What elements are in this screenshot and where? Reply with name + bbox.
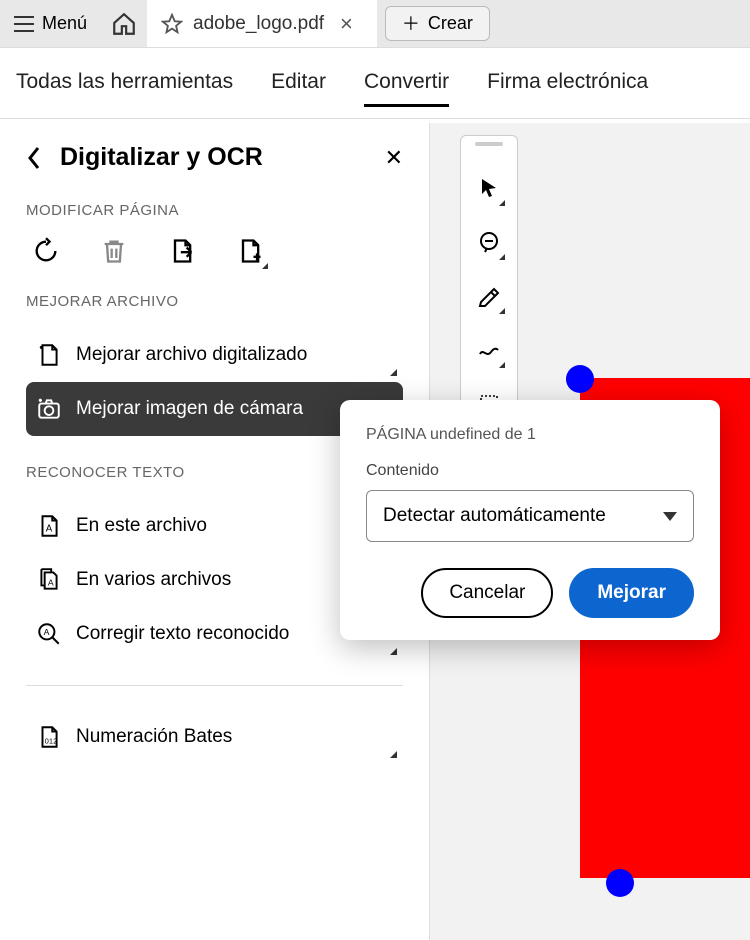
delete-icon[interactable] xyxy=(100,237,128,265)
enhance-dialog: PÁGINA undefined de 1 Contenido Detectar… xyxy=(340,400,720,640)
drag-handle-icon[interactable] xyxy=(475,142,503,146)
rotate-icon[interactable] xyxy=(32,237,60,265)
dialog-page-label: PÁGINA undefined de 1 xyxy=(366,426,694,444)
create-label: Crear xyxy=(428,13,473,34)
tab-close-icon[interactable]: × xyxy=(334,11,359,37)
svg-text:A: A xyxy=(44,627,50,637)
menu-button[interactable]: Menú xyxy=(0,0,101,47)
recognize-this-file-label: En este archivo xyxy=(76,515,207,537)
expand-corner-icon xyxy=(390,648,397,655)
cancel-button[interactable]: Cancelar xyxy=(421,568,553,618)
plus-icon: ＋ xyxy=(402,15,420,33)
correct-text-label: Corregir texto reconocido xyxy=(76,623,289,645)
section-modify-page: MODIFICAR PÁGINA xyxy=(26,202,403,219)
star-icon[interactable] xyxy=(161,13,183,35)
divider xyxy=(0,118,750,119)
create-button[interactable]: ＋ Crear xyxy=(385,6,490,41)
modify-icons xyxy=(26,237,403,265)
enhance-scanned-item[interactable]: Mejorar archivo digitalizado xyxy=(26,328,403,382)
file-a-icon: A xyxy=(36,513,62,539)
panel-header: Digitalizar y OCR ✕ xyxy=(26,143,403,172)
top-bar: Menú adobe_logo.pdf × ＋ Crear xyxy=(0,0,750,48)
divider xyxy=(26,685,403,686)
menu-label: Menú xyxy=(42,13,87,34)
improve-button[interactable]: Mejorar xyxy=(569,568,694,618)
pointer-tool[interactable] xyxy=(477,172,501,204)
tools-row: Todas las herramientas Editar Convertir … xyxy=(0,48,750,123)
magnify-a-icon: A xyxy=(36,621,62,647)
section-enhance-file: MEJORAR ARCHIVO xyxy=(26,293,403,310)
chevron-down-icon xyxy=(663,512,677,521)
svg-text:A: A xyxy=(46,523,53,534)
select-value: Detectar automáticamente xyxy=(383,505,606,527)
camera-sparkle-icon xyxy=(36,396,62,422)
enhance-camera-label: Mejorar imagen de cámara xyxy=(76,398,303,420)
panel-title: Digitalizar y OCR xyxy=(60,143,367,172)
highlight-tool[interactable] xyxy=(477,280,501,312)
bates-numbering-item[interactable]: 012 Numeración Bates xyxy=(26,710,403,764)
files-a-icon: A xyxy=(36,567,62,593)
back-arrow-icon[interactable] xyxy=(26,145,42,171)
selection-handle-bottom[interactable] xyxy=(606,869,634,897)
file-number-icon: 012 xyxy=(36,724,62,750)
svg-text:A: A xyxy=(48,577,54,587)
tab-edit[interactable]: Editar xyxy=(271,70,326,107)
dialog-actions: Cancelar Mejorar xyxy=(366,568,694,618)
recognize-multiple-label: En varios archivos xyxy=(76,569,231,591)
comment-tool[interactable] xyxy=(477,226,501,258)
expand-corner-icon xyxy=(390,369,397,376)
svg-text:012: 012 xyxy=(45,737,58,746)
insert-page-icon[interactable] xyxy=(236,237,264,265)
document-sparkle-icon xyxy=(36,342,62,368)
content-select[interactable]: Detectar automáticamente xyxy=(366,490,694,542)
hamburger-icon xyxy=(14,16,34,32)
tab-convert[interactable]: Convertir xyxy=(364,70,449,107)
bates-label: Numeración Bates xyxy=(76,726,232,748)
tab-all-tools[interactable]: Todas las herramientas xyxy=(16,70,233,107)
tab-sign[interactable]: Firma electrónica xyxy=(487,70,648,107)
expand-corner-icon xyxy=(390,751,397,758)
panel-close-icon[interactable]: ✕ xyxy=(385,145,403,171)
home-icon[interactable] xyxy=(111,11,137,37)
draw-tool[interactable] xyxy=(477,334,501,366)
enhance-scanned-label: Mejorar archivo digitalizado xyxy=(76,344,307,366)
selection-handle-top[interactable] xyxy=(566,365,594,393)
tab-title: adobe_logo.pdf xyxy=(193,13,324,35)
dialog-content-label: Contenido xyxy=(366,462,694,480)
extract-page-icon[interactable] xyxy=(168,237,196,265)
document-tab[interactable]: adobe_logo.pdf × xyxy=(147,0,377,47)
